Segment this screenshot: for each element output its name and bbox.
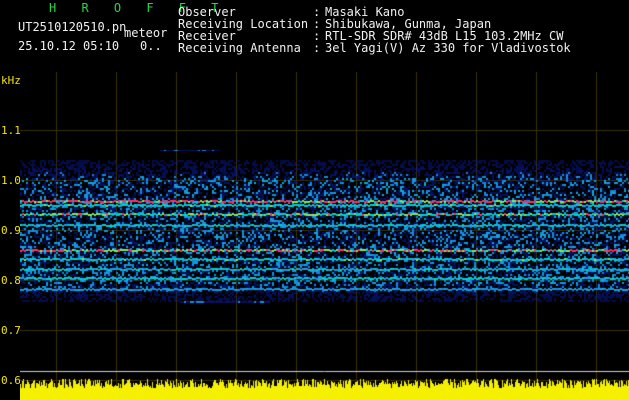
file-name: UT2510120510.pn — [18, 20, 127, 34]
info-antenna: Receiving Antenna:3el Yagi(V) Az 330 for… — [178, 41, 571, 55]
detection-label: meteor — [124, 26, 168, 40]
y-tick-label: 1.0 — [1, 174, 21, 187]
info-key: Receiving Antenna — [178, 41, 301, 55]
y-tick-label: 0.8 — [1, 274, 21, 287]
y-tick-label: 0.9 — [1, 224, 21, 237]
y-axis-label: kHz — [1, 74, 21, 87]
info-value: 3el Yagi(V) Az 330 for Vladivostok — [325, 41, 571, 55]
y-tick-label: 0.6 — [1, 374, 21, 387]
y-tick-label: 0.7 — [1, 324, 21, 337]
date-time: 25.10.12 05:10 — [18, 39, 120, 53]
spectrogram-canvas — [20, 72, 629, 400]
y-tick-label: 1.1 — [1, 124, 21, 137]
detection-count: 0.. — [140, 39, 162, 53]
